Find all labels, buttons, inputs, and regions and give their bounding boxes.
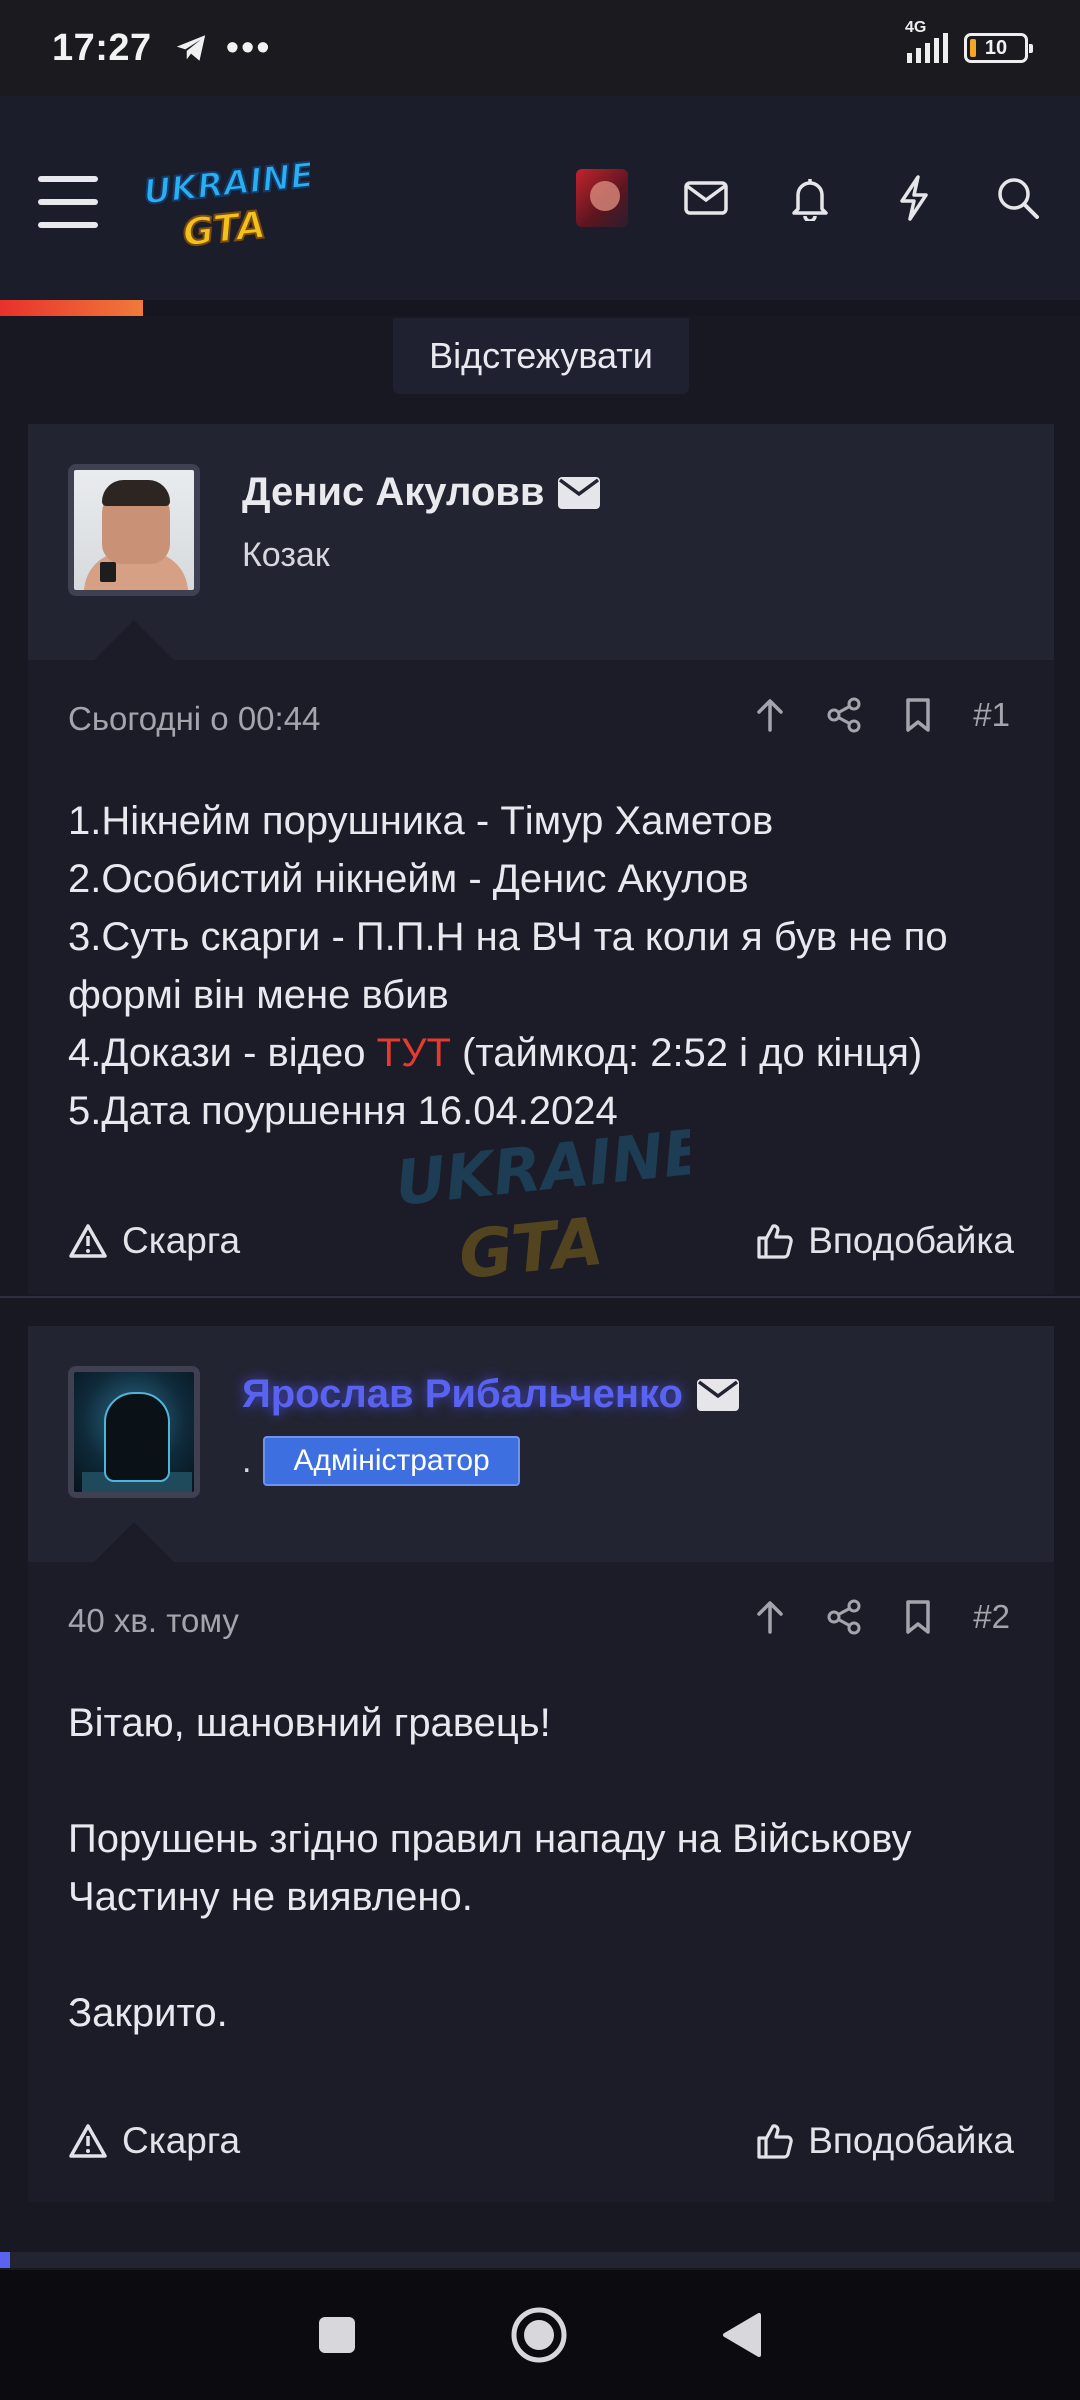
bolt-icon[interactable] [888, 172, 940, 224]
post-separator [0, 1296, 1080, 1298]
reading-progress-bar [0, 300, 143, 316]
battery-icon: 10 [964, 33, 1033, 63]
thumbs-up-icon [757, 1224, 793, 1259]
author-name[interactable]: Ярослав Рибальченко [242, 1372, 739, 1417]
svg-text:GTA: GTA [455, 1203, 606, 1280]
report-button[interactable]: Скарга [68, 2120, 240, 2162]
bookmark-icon[interactable] [899, 696, 937, 734]
site-header: UKRAINE GTA [0, 96, 1080, 312]
role-badge[interactable]: Адміністратор [263, 1436, 520, 1486]
watermark-logo: UKRAINE GTA [392, 1120, 690, 1280]
arrow-up-icon[interactable] [751, 696, 789, 734]
arrow-up-icon[interactable] [751, 1598, 789, 1636]
author-name[interactable]: Денис Акуловв [242, 470, 601, 515]
home-icon[interactable] [510, 2306, 568, 2364]
status-bar: 17:27 ••• 4G 10 [0, 0, 1080, 96]
svg-text:GTA: GTA [181, 202, 268, 252]
recents-icon[interactable] [317, 2315, 357, 2355]
reading-progress-track [0, 300, 1080, 316]
share-icon[interactable] [825, 696, 863, 734]
system-nav-bar [0, 2270, 1080, 2400]
like-button[interactable]: Вподобайка [756, 1220, 1014, 1262]
svg-text:UKRAINE: UKRAINE [392, 1120, 690, 1220]
author-pointer [94, 620, 174, 660]
scroll-thumb[interactable] [0, 2252, 10, 2268]
post-author-block: Денис Акуловв Козак [28, 424, 1054, 660]
post-content: 1.Нікнейм порушника - Тімур Хаметов 2.Ос… [68, 799, 959, 1133]
more-notifications-icon: ••• [225, 26, 272, 69]
site-logo[interactable]: UKRAINE GTA [140, 152, 310, 252]
post-author-block: Ярослав Рибальченко . Адміністратор [28, 1326, 1054, 1562]
follow-button[interactable]: Відстежувати [393, 318, 689, 394]
author-avatar[interactable] [68, 464, 200, 596]
telegram-icon [176, 35, 205, 61]
post-number[interactable]: #2 [973, 1598, 1010, 1636]
post-number[interactable]: #1 [973, 696, 1010, 734]
page-scroll-track [0, 2252, 1080, 2268]
message-icon[interactable] [558, 476, 601, 509]
post-body: 40 хв. тому #2 Вітаю, шановний гравець! … [28, 1562, 1054, 2202]
author-avatar[interactable] [68, 1366, 200, 1498]
bookmark-icon[interactable] [899, 1598, 937, 1636]
mail-icon[interactable] [680, 172, 732, 224]
message-icon[interactable] [696, 1378, 739, 1411]
svg-text:UKRAINE: UKRAINE [142, 155, 310, 213]
report-button[interactable]: Скарга [68, 1220, 240, 1262]
evidence-link[interactable]: ТУТ [377, 1031, 451, 1075]
search-icon[interactable] [992, 172, 1044, 224]
post-2: Ярослав Рибальченко . Адміністратор 40 х… [28, 1326, 1054, 2202]
menu-icon[interactable] [38, 176, 98, 228]
warning-icon [69, 2124, 107, 2158]
post-content: Вітаю, шановний гравець! Порушень згідно… [68, 1701, 923, 2035]
user-avatar[interactable] [576, 169, 628, 227]
thumbs-up-icon [757, 2124, 793, 2159]
signal-icon: 4G [905, 19, 948, 63]
author-pointer [94, 1522, 174, 1562]
back-icon[interactable] [721, 2311, 763, 2359]
bell-icon[interactable] [784, 172, 836, 224]
share-icon[interactable] [825, 1598, 863, 1636]
warning-icon [69, 1224, 107, 1258]
like-button[interactable]: Вподобайка [756, 2120, 1014, 2162]
user-role: . Адміністратор [242, 1436, 520, 1486]
post-timestamp[interactable]: 40 хв. тому [68, 1602, 239, 1640]
clock: 17:27 [52, 26, 152, 69]
battery-level: 10 [984, 36, 1008, 59]
user-title: Козак [242, 536, 330, 574]
post-timestamp[interactable]: Сьогодні о 00:44 [68, 700, 320, 738]
